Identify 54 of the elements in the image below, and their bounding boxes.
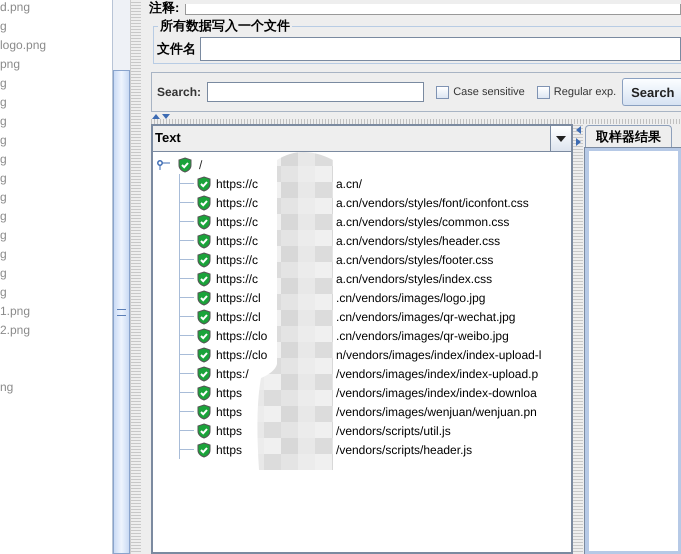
tree-node-label[interactable]: /vendors/images/index/index-upload.p [336, 366, 538, 380]
shield-check-icon [196, 366, 212, 382]
checkbox[interactable] [436, 86, 450, 98]
tree-node-label[interactable]: n/vendors/images/index/index-upload-l [336, 348, 542, 362]
tree-node-label[interactable]: / [199, 158, 202, 172]
shield-check-icon [196, 384, 212, 400]
search-field[interactable] [207, 82, 424, 102]
shield-check-icon [196, 404, 212, 420]
tree-node-label[interactable]: a.cn/vendors/styles/index.css [336, 272, 492, 286]
tree-node-label[interactable]: .cn/vendors/images/qr-weibo.jpg [336, 328, 509, 342]
shield-check-icon [196, 232, 212, 248]
shield-check-icon [196, 308, 212, 324]
shield-check-icon [196, 346, 212, 362]
splitter-handle[interactable] [149, 119, 681, 124]
shield-check-icon [196, 422, 212, 438]
shield-check-icon [196, 270, 212, 286]
tree-node-label[interactable]: /vendors/images/wenjuan/wenjuan.pn [336, 404, 537, 418]
tree-node-label[interactable]: a.cn/vendors/styles/header.css [336, 234, 500, 248]
shield-check-icon [196, 176, 212, 192]
search-label: Search: [157, 85, 202, 99]
splitter-handle[interactable] [573, 124, 583, 554]
tree-node-label[interactable]: /vendors/scripts/util.js [336, 424, 451, 438]
tree-node-label[interactable]: a.cn/vendors/styles/font/iconfont.css [336, 196, 529, 210]
shield-check-icon [196, 194, 212, 210]
tree-node-label[interactable]: /vendors/scripts/header.js [336, 442, 472, 456]
tree-node-label[interactable]: .cn/vendors/images/logo.jpg [336, 290, 486, 304]
shield-check-icon [196, 214, 212, 230]
tree-node-label[interactable]: a.cn/vendors/styles/common.css [336, 214, 510, 228]
caret-icon [556, 136, 566, 142]
scrollbar-thumb[interactable] [113, 70, 130, 554]
tree-node-label[interactable]: a.cn/vendors/styles/footer.css [336, 252, 494, 266]
shield-check-icon [196, 252, 212, 268]
shield-check-icon [177, 156, 193, 172]
tree-node-label[interactable]: a.cn/ [336, 176, 362, 190]
checkbox-label: Regular exp. [554, 86, 616, 98]
comment-label: 注释: [149, 0, 180, 15]
shield-check-icon [196, 290, 212, 306]
splitter-handle[interactable] [130, 0, 141, 554]
checkbox-label: Case sensitive [453, 86, 525, 98]
comment-field[interactable] [185, 4, 681, 15]
expand-handle-icon[interactable] [157, 160, 171, 170]
shield-check-icon [196, 442, 212, 458]
shield-check-icon [196, 328, 212, 344]
renderer-dropdown[interactable]: Text [153, 126, 571, 152]
tree-node-label[interactable]: .cn/vendors/images/qr-wechat.jpg [336, 310, 516, 324]
tree-node-label[interactable]: /vendors/images/index/index-downloa [336, 386, 537, 400]
filename-field[interactable] [200, 37, 681, 61]
search-button[interactable]: Search [622, 78, 681, 106]
checkbox[interactable] [536, 86, 550, 98]
split-arrows-icon[interactable] [575, 126, 581, 146]
result-tab[interactable]: 取样器结果 [585, 125, 672, 148]
filename-label: 文件名 [157, 40, 196, 58]
collapse-arrows-icon[interactable] [152, 113, 172, 119]
group-title: 所有数据写入一个文件 [158, 17, 292, 35]
